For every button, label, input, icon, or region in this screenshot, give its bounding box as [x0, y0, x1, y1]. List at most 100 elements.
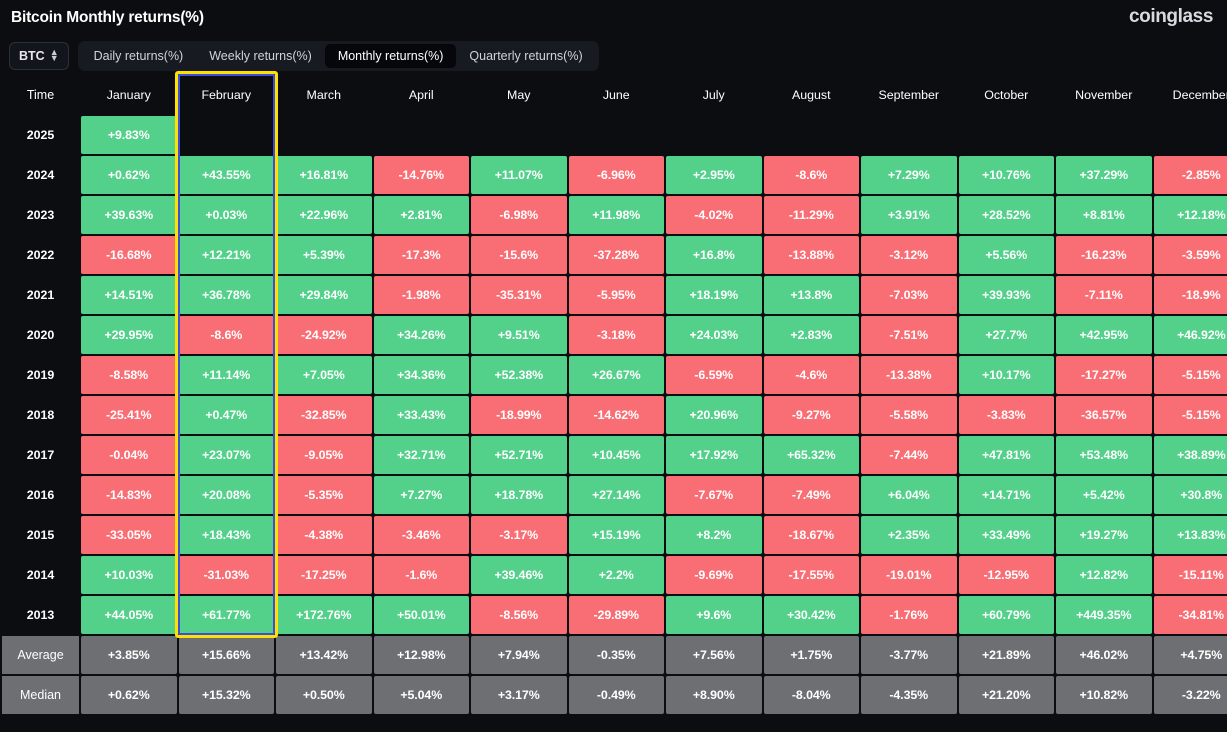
return-cell-2013-september[interactable]: -1.76%: [861, 596, 957, 634]
return-cell-2025-june[interactable]: [569, 116, 665, 154]
return-cell-2021-march[interactable]: +29.84%: [276, 276, 372, 314]
return-cell-2017-january[interactable]: -0.04%: [81, 436, 177, 474]
return-cell-2025-july[interactable]: [666, 116, 762, 154]
return-cell-2019-july[interactable]: -6.59%: [666, 356, 762, 394]
return-cell-2015-february[interactable]: +18.43%: [178, 516, 274, 554]
summary-cell-median-september[interactable]: -4.35%: [861, 676, 957, 714]
return-cell-2013-april[interactable]: +50.01%: [373, 596, 469, 634]
return-cell-2021-september[interactable]: -7.03%: [861, 276, 957, 314]
return-cell-2019-august[interactable]: -4.6%: [763, 356, 859, 394]
return-cell-2015-july[interactable]: +8.2%: [666, 516, 762, 554]
return-cell-2024-december[interactable]: -2.85%: [1153, 156, 1227, 194]
return-cell-2022-march[interactable]: +5.39%: [276, 236, 372, 274]
return-cell-2022-july[interactable]: +16.8%: [666, 236, 762, 274]
column-header-november[interactable]: November: [1056, 76, 1152, 114]
return-cell-2017-march[interactable]: -9.05%: [276, 436, 372, 474]
return-cell-2016-may[interactable]: +18.78%: [471, 476, 567, 514]
return-cell-2014-august[interactable]: -17.55%: [763, 556, 859, 594]
return-cell-2013-december[interactable]: -34.81%: [1153, 596, 1227, 634]
return-cell-2016-october[interactable]: +14.71%: [958, 476, 1054, 514]
return-cell-2013-august[interactable]: +30.42%: [763, 596, 859, 634]
return-cell-2024-july[interactable]: +2.95%: [666, 156, 762, 194]
return-cell-2024-february[interactable]: +43.55%: [178, 156, 274, 194]
return-cell-2024-november[interactable]: +37.29%: [1056, 156, 1152, 194]
summary-cell-average-december[interactable]: +4.75%: [1153, 636, 1227, 674]
return-cell-2018-october[interactable]: -3.83%: [958, 396, 1054, 434]
return-cell-2019-march[interactable]: +7.05%: [276, 356, 372, 394]
return-cell-2014-april[interactable]: -1.6%: [373, 556, 469, 594]
return-cell-2014-december[interactable]: -15.11%: [1153, 556, 1227, 594]
return-cell-2022-december[interactable]: -3.59%: [1153, 236, 1227, 274]
return-cell-2016-september[interactable]: +6.04%: [861, 476, 957, 514]
return-cell-2022-february[interactable]: +12.21%: [178, 236, 274, 274]
return-cell-2022-may[interactable]: -15.6%: [471, 236, 567, 274]
column-header-may[interactable]: May: [471, 76, 567, 114]
return-cell-2025-september[interactable]: [861, 116, 957, 154]
summary-cell-median-march[interactable]: +0.50%: [276, 676, 372, 714]
return-cell-2015-may[interactable]: -3.17%: [471, 516, 567, 554]
return-cell-2024-january[interactable]: +0.62%: [81, 156, 177, 194]
return-cell-2018-june[interactable]: -14.62%: [568, 396, 664, 434]
return-cell-2017-october[interactable]: +47.81%: [958, 436, 1054, 474]
return-cell-2013-november[interactable]: +449.35%: [1056, 596, 1152, 634]
return-cell-2021-february[interactable]: +36.78%: [178, 276, 274, 314]
summary-cell-median-may[interactable]: +3.17%: [471, 676, 567, 714]
return-cell-2016-july[interactable]: -7.67%: [666, 476, 762, 514]
column-header-february[interactable]: February: [179, 76, 275, 114]
return-cell-2013-october[interactable]: +60.79%: [958, 596, 1054, 634]
return-cell-2021-july[interactable]: +18.19%: [666, 276, 762, 314]
summary-cell-median-june[interactable]: -0.49%: [568, 676, 664, 714]
return-cell-2023-may[interactable]: -6.98%: [471, 196, 567, 234]
return-cell-2013-february[interactable]: +61.77%: [178, 596, 274, 634]
return-cell-2021-august[interactable]: +13.8%: [763, 276, 859, 314]
summary-cell-average-january[interactable]: +3.85%: [81, 636, 177, 674]
return-cell-2014-may[interactable]: +39.46%: [471, 556, 567, 594]
return-cell-2016-november[interactable]: +5.42%: [1056, 476, 1152, 514]
return-cell-2019-january[interactable]: -8.58%: [81, 356, 177, 394]
return-cell-2018-november[interactable]: -36.57%: [1056, 396, 1152, 434]
return-cell-2024-august[interactable]: -8.6%: [763, 156, 859, 194]
return-cell-2025-may[interactable]: [471, 116, 567, 154]
return-cell-2023-june[interactable]: +11.98%: [568, 196, 664, 234]
return-cell-2017-november[interactable]: +53.48%: [1056, 436, 1152, 474]
return-cell-2022-january[interactable]: -16.68%: [81, 236, 177, 274]
return-cell-2022-june[interactable]: -37.28%: [568, 236, 664, 274]
return-cell-2025-august[interactable]: [764, 116, 860, 154]
return-cell-2021-december[interactable]: -18.9%: [1153, 276, 1227, 314]
return-cell-2014-july[interactable]: -9.69%: [666, 556, 762, 594]
return-cell-2020-june[interactable]: -3.18%: [568, 316, 664, 354]
return-cell-2024-april[interactable]: -14.76%: [373, 156, 469, 194]
return-cell-2014-february[interactable]: -31.03%: [178, 556, 274, 594]
return-cell-2017-december[interactable]: +38.89%: [1153, 436, 1227, 474]
summary-cell-average-november[interactable]: +46.02%: [1056, 636, 1152, 674]
return-cell-2020-july[interactable]: +24.03%: [666, 316, 762, 354]
tab-monthly-returns[interactable]: Monthly returns(%): [324, 44, 457, 68]
return-cell-2016-december[interactable]: +30.8%: [1153, 476, 1227, 514]
summary-cell-median-august[interactable]: -8.04%: [763, 676, 859, 714]
return-cell-2023-september[interactable]: +3.91%: [861, 196, 957, 234]
column-header-january[interactable]: January: [81, 76, 177, 114]
return-cell-2015-april[interactable]: -3.46%: [373, 516, 469, 554]
return-cell-2025-february[interactable]: [179, 116, 275, 154]
return-cell-2025-october[interactable]: [959, 116, 1055, 154]
summary-cell-average-october[interactable]: +21.89%: [958, 636, 1054, 674]
return-cell-2023-august[interactable]: -11.29%: [763, 196, 859, 234]
summary-cell-average-september[interactable]: -3.77%: [861, 636, 957, 674]
return-cell-2024-june[interactable]: -6.96%: [568, 156, 664, 194]
return-cell-2024-march[interactable]: +16.81%: [276, 156, 372, 194]
return-cell-2025-november[interactable]: [1056, 116, 1152, 154]
return-cell-2025-march[interactable]: [276, 116, 372, 154]
summary-cell-average-may[interactable]: +7.94%: [471, 636, 567, 674]
return-cell-2020-november[interactable]: +42.95%: [1056, 316, 1152, 354]
return-cell-2013-june[interactable]: -29.89%: [568, 596, 664, 634]
return-cell-2021-november[interactable]: -7.11%: [1056, 276, 1152, 314]
symbol-select[interactable]: BTC ▲ ▼: [9, 42, 69, 70]
return-cell-2017-april[interactable]: +32.71%: [373, 436, 469, 474]
return-cell-2023-april[interactable]: +2.81%: [373, 196, 469, 234]
column-header-december[interactable]: December: [1154, 76, 1227, 114]
return-cell-2016-march[interactable]: -5.35%: [276, 476, 372, 514]
return-cell-2025-december[interactable]: [1154, 116, 1227, 154]
column-header-time[interactable]: Time: [2, 76, 79, 114]
return-cell-2025-january[interactable]: +9.83%: [81, 116, 177, 154]
return-cell-2014-january[interactable]: +10.03%: [81, 556, 177, 594]
